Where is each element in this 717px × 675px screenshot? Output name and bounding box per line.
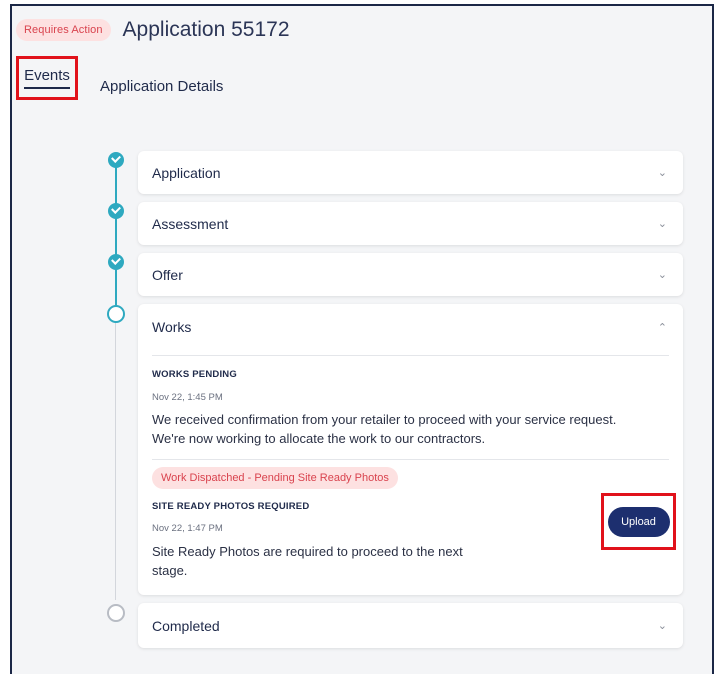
requires-action-badge: Requires Action — [16, 19, 111, 41]
event-description: We received confirmation from your retai… — [152, 412, 617, 446]
tab-events-label: Events — [24, 67, 70, 89]
upload-button[interactable]: Upload — [607, 506, 670, 537]
stage-card-works: Works ⌃ WORKS PENDING Nov 22, 1:45 PM We… — [138, 304, 683, 595]
event-heading: SITE READY PHOTOS REQUIRED — [152, 501, 310, 512]
tab-application-details[interactable]: Application Details — [100, 78, 223, 95]
page-title: Application 55172 — [122, 18, 290, 41]
stage-title: Offer — [152, 267, 183, 283]
event-heading: WORKS PENDING — [152, 369, 237, 380]
tab-events[interactable]: Events — [16, 56, 78, 100]
stage-card-application[interactable]: Application ⌄ — [138, 151, 683, 194]
event-timestamp: Nov 22, 1:45 PM — [152, 392, 223, 403]
chevron-down-icon[interactable]: ⌄ — [658, 268, 667, 281]
chevron-up-icon[interactable]: ⌃ — [658, 321, 667, 334]
stage-title: Completed — [152, 618, 220, 634]
check-icon — [108, 254, 124, 270]
chevron-down-icon[interactable]: ⌄ — [658, 166, 667, 179]
check-icon — [108, 203, 124, 219]
event-description: Site Ready Photos are required to procee… — [152, 544, 463, 578]
status-badge: Work Dispatched - Pending Site Ready Pho… — [152, 467, 398, 489]
stage-title: Application — [152, 165, 221, 181]
chevron-down-icon[interactable]: ⌄ — [658, 619, 667, 632]
timeline-line-remaining — [115, 322, 116, 600]
timeline-line-completed — [115, 160, 117, 310]
stage-title: Works — [152, 319, 192, 335]
stage-card-assessment[interactable]: Assessment ⌄ — [138, 202, 683, 245]
divider — [152, 355, 669, 356]
current-step-icon — [107, 305, 125, 323]
stage-title: Assessment — [152, 216, 229, 232]
check-icon — [108, 152, 124, 168]
stage-card-offer[interactable]: Offer ⌄ — [138, 253, 683, 296]
page-header: Requires Action Application 55172 — [16, 18, 290, 42]
pending-step-icon — [107, 604, 125, 622]
divider — [152, 459, 669, 460]
upload-highlight: Upload — [601, 493, 676, 550]
event-timestamp: Nov 22, 1:47 PM — [152, 523, 223, 534]
stage-card-completed[interactable]: Completed ⌄ — [138, 603, 683, 648]
chevron-down-icon[interactable]: ⌄ — [658, 217, 667, 230]
